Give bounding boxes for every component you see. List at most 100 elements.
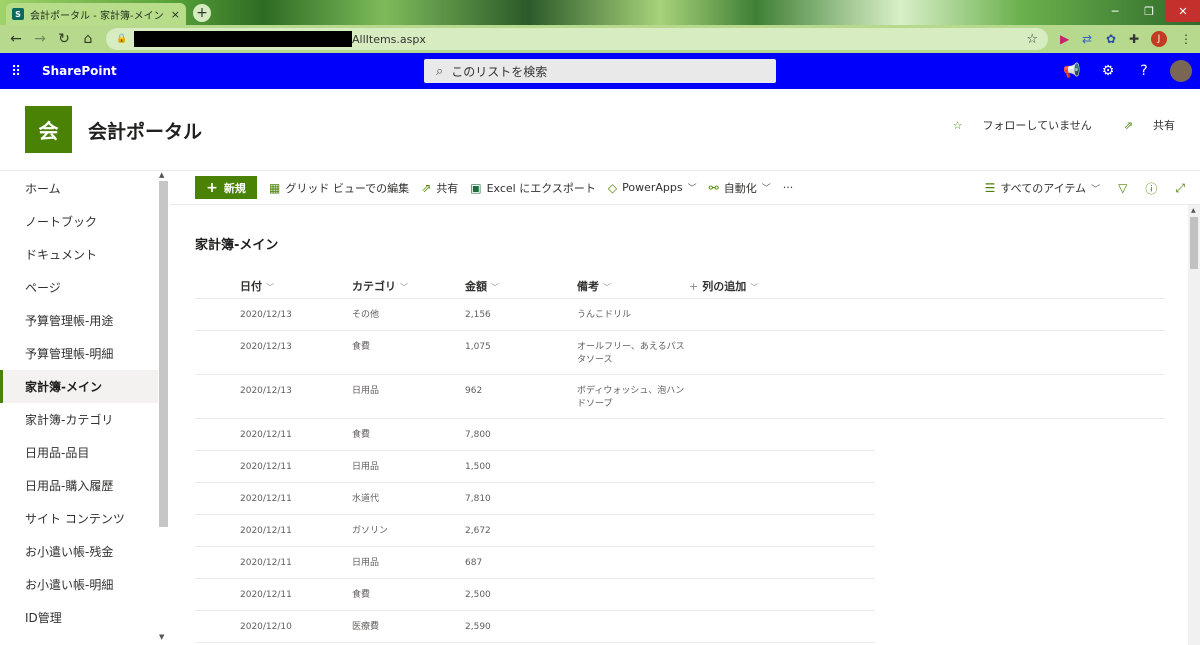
left-navigation: ホーム ノートブック ドキュメント ページ 予算管理帳-用途 予算管理帳-明細 家計簿-メイ… bbox=[0, 171, 170, 645]
cell-date: 2020/12/13 bbox=[240, 342, 292, 352]
automate-menu[interactable]: ⚯ 自動化 ﹀ bbox=[709, 180, 771, 196]
list-search-box[interactable]: ⌕ このリストを検索 bbox=[424, 59, 776, 83]
sidebar-item[interactable]: 予算管理帳-明細 bbox=[0, 337, 158, 370]
add-column-button[interactable]: + 列の追加 ﹀ bbox=[689, 278, 758, 294]
powerapps-menu[interactable]: ◇ PowerApps ﹀ bbox=[608, 181, 697, 195]
extension-icon-1[interactable]: ▶ bbox=[1060, 25, 1069, 53]
table-row[interactable]: 2020/12/11 水道代 7,810 bbox=[195, 483, 875, 515]
cell-date: 2020/12/11 bbox=[240, 590, 292, 600]
cell-category: その他 bbox=[352, 310, 380, 320]
column-header-label: 金額 bbox=[465, 280, 487, 293]
sidebar-item[interactable]: ページ bbox=[0, 271, 158, 304]
chevron-down-icon: ﹀ bbox=[750, 283, 759, 292]
share-icon: ⇗ bbox=[421, 180, 432, 195]
expand-button[interactable]: ⤢ bbox=[1175, 181, 1185, 196]
view-selector[interactable]: ☰ すべてのアイテム ﹀ bbox=[985, 180, 1100, 196]
sidebar-item[interactable]: 家計簿-カテゴリ bbox=[0, 403, 158, 436]
chevron-down-icon: ﹀ bbox=[266, 283, 274, 292]
sidebar-item[interactable]: お小遣い帳-明細 bbox=[0, 568, 158, 601]
sidebar-item[interactable]: ID管理 bbox=[0, 601, 158, 634]
profile-avatar[interactable]: J bbox=[1151, 25, 1167, 53]
grid-edit-button[interactable]: ▦ グリッド ビューでの編集 bbox=[269, 180, 409, 196]
table-row[interactable]: 2020/12/13 食費 1,075 オールフリー、あえるパスタソース bbox=[195, 331, 1165, 375]
info-button[interactable]: ⓘ bbox=[1145, 180, 1157, 197]
more-commands-button[interactable]: ··· bbox=[783, 181, 794, 194]
browser-tab[interactable]: S 会計ポータル - 家計簿-メイン - すべ × bbox=[6, 3, 186, 25]
puzzle-extensions-icon[interactable]: ✚ bbox=[1129, 25, 1139, 53]
app-launcher-icon[interactable]: ⠿ bbox=[11, 64, 21, 80]
sidebar-item[interactable]: 日用品-品目 bbox=[0, 436, 158, 469]
restore-button[interactable]: ❐ bbox=[1132, 0, 1166, 22]
back-arrow-icon[interactable]: ← bbox=[4, 31, 28, 47]
new-tab-button[interactable]: + bbox=[193, 4, 211, 22]
kebab-menu-icon[interactable]: ⋮ bbox=[1180, 25, 1192, 53]
grid-rows: 2020/12/13 その他 2,156 うんこドリル 2020/12/13 食費 1,07… bbox=[195, 299, 1165, 643]
sidebar-item[interactable]: ドキュメント bbox=[0, 238, 158, 271]
table-row[interactable]: 2020/12/13 日用品 962 ボディウォッシュ、泡ハンドソープ bbox=[195, 375, 1165, 419]
table-row[interactable]: 2020/12/11 食費 2,500 bbox=[195, 579, 875, 611]
view-label: すべてのアイテム bbox=[1000, 182, 1087, 195]
table-row[interactable]: 2020/12/11 日用品 1,500 bbox=[195, 451, 875, 483]
sharepoint-favicon-icon: S bbox=[12, 8, 24, 20]
table-row[interactable]: 2020/12/11 食費 7,800 bbox=[195, 419, 875, 451]
browser-toolbar: ← → ↻ ⌂ 🔒 AllItems.aspx ☆ ▶ ⇄ ✿ ✚ J ⋮ bbox=[0, 25, 1200, 53]
site-header: 会 会計ポータル ☆ フォローしていません ⇗ 共有 bbox=[0, 89, 1200, 171]
scroll-up-icon[interactable]: ▲ bbox=[159, 171, 164, 179]
column-header-amount[interactable]: 金額 ﹀ bbox=[465, 278, 499, 294]
forward-arrow-icon[interactable]: → bbox=[28, 31, 52, 47]
table-row[interactable]: 2020/12/11 ガソリン 2,672 bbox=[195, 515, 875, 547]
left-nav-scrollbar[interactable] bbox=[159, 181, 168, 527]
translate-extension-icon[interactable]: ⇄ bbox=[1082, 25, 1092, 53]
sidebar-item[interactable]: 予算管理帳-用途 bbox=[0, 304, 158, 337]
column-header-note[interactable]: 備考 ﹀ bbox=[577, 278, 687, 294]
filter-button[interactable]: ▽ bbox=[1118, 181, 1127, 195]
close-window-button[interactable]: ✕ bbox=[1166, 0, 1200, 22]
grid-edit-label: グリッド ビューでの編集 bbox=[285, 181, 410, 195]
tab-title: 会計ポータル - 家計簿-メイン - すべ bbox=[30, 10, 167, 22]
bookmark-star-icon[interactable]: ☆ bbox=[1026, 32, 1038, 47]
megaphone-icon[interactable]: 📢 bbox=[1054, 63, 1090, 79]
tab-close-icon[interactable]: × bbox=[171, 8, 180, 21]
scroll-up-icon[interactable]: ▲ bbox=[1191, 207, 1196, 214]
cell-date: 2020/12/13 bbox=[240, 310, 292, 320]
list-content: 家計簿-メイン 日付 ﹀ カテゴリ ﹀ 金額 ﹀ 備考 ﹀ + 列の追加 ﹀ 2020/12… bbox=[170, 205, 1188, 645]
info-icon: ⓘ bbox=[1145, 181, 1158, 196]
table-row[interactable]: 2020/12/13 その他 2,156 うんこドリル bbox=[195, 299, 1165, 331]
table-row[interactable]: 2020/12/10 医療費 2,590 bbox=[195, 611, 875, 643]
scroll-down-icon[interactable]: ▼ bbox=[159, 633, 164, 641]
new-item-button[interactable]: + 新規 bbox=[195, 176, 257, 199]
sidebar-item[interactable]: ホーム bbox=[0, 172, 158, 205]
help-icon[interactable]: ? bbox=[1126, 63, 1162, 79]
main-scrollbar[interactable]: ▲ bbox=[1188, 205, 1200, 645]
address-bar[interactable]: 🔒 AllItems.aspx ☆ bbox=[106, 28, 1048, 50]
table-row[interactable]: 2020/12/11 日用品 687 bbox=[195, 547, 875, 579]
automate-label: 自動化 bbox=[723, 181, 757, 195]
column-header-date[interactable]: 日付 ﹀ bbox=[240, 278, 274, 294]
settings-gear-icon[interactable]: ⚙ bbox=[1090, 63, 1126, 79]
user-avatar[interactable] bbox=[1170, 60, 1192, 82]
export-excel-button[interactable]: ▣ Excel にエクスポート bbox=[470, 180, 596, 196]
extension-icon-2[interactable]: ✿ bbox=[1106, 25, 1116, 53]
sidebar-item[interactable]: 家計簿-メイン bbox=[0, 370, 158, 403]
site-logo[interactable]: 会 bbox=[25, 106, 72, 153]
sidebar-item[interactable]: お小遣い帳-残金 bbox=[0, 535, 158, 568]
sidebar-item[interactable]: 日用品-購入履歴 bbox=[0, 469, 158, 502]
minimize-button[interactable]: ─ bbox=[1098, 0, 1132, 22]
cell-category: 日用品 bbox=[352, 462, 380, 472]
share-label: 共有 bbox=[436, 181, 459, 195]
share-button[interactable]: ⇗ 共有 bbox=[421, 180, 458, 196]
sharepoint-brand[interactable]: SharePoint bbox=[42, 64, 117, 78]
scrollbar-thumb[interactable] bbox=[1190, 217, 1198, 269]
sidebar-item[interactable]: サイト コンテンツ bbox=[0, 502, 158, 535]
site-title[interactable]: 会計ポータル bbox=[88, 117, 202, 144]
chevron-down-icon: ﹀ bbox=[687, 184, 697, 194]
grid-header: 日付 ﹀ カテゴリ ﹀ 金額 ﹀ 備考 ﹀ + 列の追加 ﹀ bbox=[195, 270, 1165, 299]
sidebar-item[interactable]: ノートブック bbox=[0, 205, 158, 238]
powerapps-icon: ◇ bbox=[607, 180, 618, 195]
column-header-category[interactable]: カテゴリ ﹀ bbox=[352, 278, 408, 294]
site-share-button[interactable]: ⇗ 共有 bbox=[1108, 117, 1175, 133]
site-actions: ☆ フォローしていません ⇗ 共有 bbox=[921, 117, 1175, 133]
reload-icon[interactable]: ↻ bbox=[52, 31, 76, 47]
follow-button[interactable]: ☆ フォローしていません bbox=[937, 117, 1092, 133]
home-icon[interactable]: ⌂ bbox=[76, 31, 100, 47]
